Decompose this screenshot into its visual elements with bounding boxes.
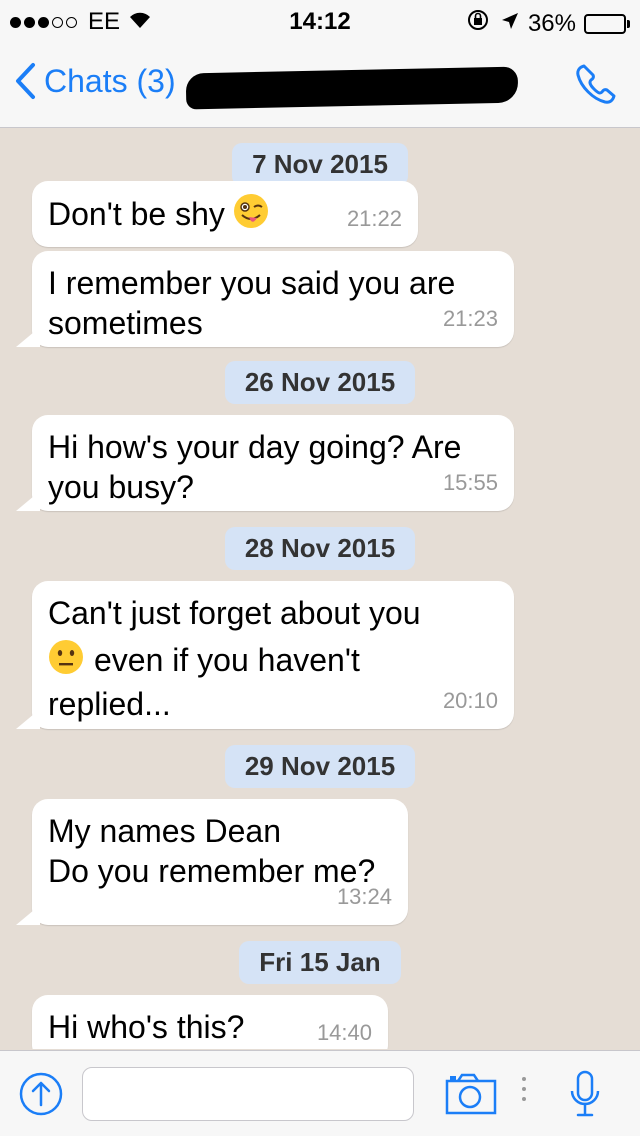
message-text: I remember you said you are sometimes <box>48 265 456 341</box>
date-label: 29 Nov 2015 <box>224 745 416 788</box>
message-time: 21:22 <box>346 206 402 231</box>
date-label: 28 Nov 2015 <box>224 527 416 570</box>
back-to-chats-button[interactable]: Chats (3) <box>14 62 176 100</box>
message-time: 14:40 <box>316 1020 372 1045</box>
date-separator: Fri 15 Jan <box>0 941 640 984</box>
upload-arrow-circle-icon <box>19 1072 63 1116</box>
message-text: Hi who's this? <box>48 1009 245 1045</box>
message-text: even if you haven't <box>94 642 360 678</box>
chevron-left-icon <box>16 63 35 99</box>
message-time: 20:10 <box>442 688 498 713</box>
message-bubble[interactable]: Can't just forget about you even if you … <box>32 581 514 729</box>
date-separator: 28 Nov 2015 <box>0 527 640 570</box>
winking-face-with-tongue-icon <box>233 193 269 238</box>
call-button[interactable] <box>572 60 620 113</box>
composer-bar <box>0 1050 640 1136</box>
microphone-button[interactable] <box>568 1069 602 1124</box>
neutral-face-icon <box>48 639 84 684</box>
back-label: Chats (3) <box>44 62 176 99</box>
message-bubble[interactable]: Don't be shy 21:22 <box>32 181 418 247</box>
message-text: Don't be shy <box>48 196 225 232</box>
location-arrow-icon <box>500 10 520 38</box>
contact-name-redaction <box>185 66 519 110</box>
status-right-group: 36% <box>458 8 630 39</box>
message-text: My names Dean Do you remember me? <box>48 813 376 889</box>
date-label: Fri 15 Jan <box>239 941 401 984</box>
message-input[interactable] <box>82 1067 414 1121</box>
message-text-line: replied... <box>48 686 171 722</box>
message-text-line-with-emoji: even if you haven't <box>48 639 498 684</box>
camera-button[interactable] <box>444 1071 498 1122</box>
date-label: 7 Nov 2015 <box>232 143 408 186</box>
more-options-icon[interactable] <box>522 1077 526 1107</box>
message-list[interactable]: 7 Nov 2015 Don't be shy 21:22 I remember… <box>0 129 640 1049</box>
message-bubble[interactable]: I remember you said you are sometimes 21… <box>32 251 514 347</box>
message-text-line: Can't just forget about you <box>48 595 421 631</box>
date-separator: 26 Nov 2015 <box>0 361 640 404</box>
battery-percent: 36% <box>527 9 576 37</box>
camera-icon <box>445 1073 497 1115</box>
date-label: 26 Nov 2015 <box>224 361 416 404</box>
message-time: 13:24 <box>336 884 392 909</box>
message-time: 15:55 <box>442 470 498 495</box>
status-bar: EE 14:12 36% <box>0 0 640 40</box>
message-bubble[interactable]: My names Dean Do you remember me? 13:24 <box>32 799 408 925</box>
battery-icon <box>584 13 630 34</box>
date-separator: 7 Nov 2015 <box>0 143 640 186</box>
message-bubble[interactable]: Hi how's your day going? Are you busy? 1… <box>32 415 514 511</box>
date-separator: 29 Nov 2015 <box>0 745 640 788</box>
phone-icon <box>576 64 616 104</box>
message-bubble[interactable]: Hi who's this? 14:40 <box>32 995 388 1049</box>
message-text: Hi how's your day going? Are you busy? <box>48 429 462 505</box>
message-time: 21:23 <box>442 306 498 331</box>
rotation-lock-icon <box>466 8 492 39</box>
nav-bar: Chats (3) <box>0 40 640 128</box>
microphone-icon <box>570 1070 600 1117</box>
attach-button[interactable] <box>18 1071 64 1122</box>
